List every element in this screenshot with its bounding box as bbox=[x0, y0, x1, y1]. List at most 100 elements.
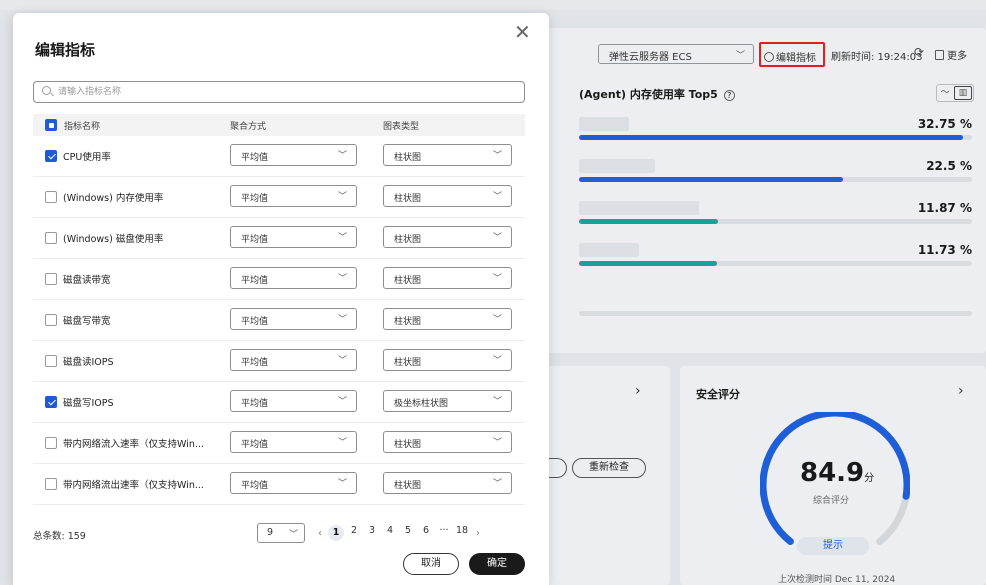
recheck-button[interactable]: 重新检查 bbox=[572, 458, 646, 478]
page-number[interactable]: 1 bbox=[328, 525, 344, 541]
chart-type-select[interactable]: 柱状图 ﹀ bbox=[383, 144, 512, 166]
refresh-time: 刷新时间: 19:24:03 bbox=[831, 52, 923, 63]
row-checkbox[interactable] bbox=[45, 150, 57, 162]
aggregation-value: 平均值 bbox=[241, 399, 269, 409]
page-ellipsis[interactable]: ··· bbox=[436, 525, 452, 541]
chevron-down-icon: ﹀ bbox=[492, 233, 502, 243]
row-checkbox[interactable] bbox=[45, 478, 57, 490]
aggregation-select[interactable]: 平均值 ﹀ bbox=[230, 144, 357, 166]
score-value: 84.9分 bbox=[800, 458, 874, 488]
confirm-button[interactable]: 确定 bbox=[469, 553, 525, 575]
search-input[interactable] bbox=[58, 84, 508, 100]
score-number: 84.9 bbox=[800, 458, 865, 488]
chart-type-select[interactable]: 极坐标柱状图 ﹀ bbox=[383, 390, 512, 412]
chart-type-select[interactable]: 柱状图 ﹀ bbox=[383, 226, 512, 248]
table-row: CPU使用率 平均值 ﹀ 柱状图 ﹀ bbox=[33, 136, 525, 177]
chart-type-value: 柱状图 bbox=[394, 153, 422, 163]
next-page-icon[interactable]: › bbox=[471, 528, 485, 539]
row-checkbox[interactable] bbox=[45, 314, 57, 326]
bar-value: 11.73 % bbox=[917, 243, 972, 257]
bar-fill bbox=[579, 177, 843, 182]
page-number[interactable]: 5 bbox=[400, 525, 416, 541]
dialog-title: 编辑指标 bbox=[35, 41, 96, 59]
chevron-down-icon: ﹀ bbox=[735, 51, 745, 61]
view-toggle[interactable]: 〜 ▥ bbox=[936, 84, 974, 102]
aggregation-select[interactable]: 平均值 ﹀ bbox=[230, 226, 357, 248]
aggregation-select[interactable]: 平均值 ﹀ bbox=[230, 308, 357, 330]
prev-page-icon[interactable]: ‹ bbox=[313, 528, 327, 539]
chevron-down-icon: ﹀ bbox=[337, 438, 347, 448]
chevron-down-icon: ﹀ bbox=[492, 274, 502, 284]
search-icon bbox=[42, 86, 51, 95]
chart-type-select[interactable]: 柱状图 ﹀ bbox=[383, 472, 512, 494]
aggregation-select[interactable]: 平均值 ﹀ bbox=[230, 431, 357, 453]
row-checkbox[interactable] bbox=[45, 191, 57, 203]
aggregation-value: 平均值 bbox=[241, 235, 269, 245]
chevron-down-icon: ﹀ bbox=[492, 151, 502, 161]
chevron-right-icon[interactable]: › bbox=[958, 383, 964, 399]
row-checkbox[interactable] bbox=[45, 396, 57, 408]
edit-metrics-button[interactable]: 编辑指标 bbox=[759, 42, 825, 67]
tip-badge[interactable]: 提示 bbox=[797, 537, 869, 555]
aggregation-select[interactable]: 平均值 ﹀ bbox=[230, 349, 357, 371]
close-icon[interactable]: ✕ bbox=[514, 22, 531, 42]
chevron-down-icon: ﹀ bbox=[337, 479, 347, 489]
bar-fill bbox=[579, 219, 718, 224]
chart-type-select[interactable]: 柱状图 ﹀ bbox=[383, 349, 512, 371]
chevron-down-icon: ﹀ bbox=[492, 479, 502, 489]
table-row: 磁盘读带宽 平均值 ﹀ 柱状图 ﹀ bbox=[33, 259, 525, 300]
aggregation-select[interactable]: 平均值 ﹀ bbox=[230, 185, 357, 207]
row-checkbox[interactable] bbox=[45, 355, 57, 367]
metric-name: 磁盘写IOPS bbox=[63, 398, 114, 409]
edit-metrics-label: 编辑指标 bbox=[776, 53, 816, 64]
chart-type-select[interactable]: 柱状图 ﹀ bbox=[383, 308, 512, 330]
page-number[interactable]: 6 bbox=[418, 525, 434, 541]
bar-chart-icon[interactable]: ▥ bbox=[954, 86, 972, 100]
page-numbers: 1 2 3 4 5 6 ··· 18 bbox=[327, 525, 471, 541]
chart-type-select[interactable]: 柱状图 ﹀ bbox=[383, 185, 512, 207]
cancel-button[interactable]: 取消 bbox=[403, 553, 459, 575]
refresh-icon[interactable]: ⟳ bbox=[914, 45, 924, 59]
more-label: 更多 bbox=[947, 51, 967, 62]
chevron-down-icon: ﹀ bbox=[337, 274, 347, 284]
page-number[interactable]: 18 bbox=[454, 525, 470, 541]
aggregation-select[interactable]: 平均值 ﹀ bbox=[230, 267, 357, 289]
chart-type-value: 极坐标柱状图 bbox=[394, 399, 449, 409]
bar-track-empty bbox=[579, 311, 972, 316]
aggregation-value: 平均值 bbox=[241, 276, 269, 286]
chevron-right-icon[interactable]: › bbox=[635, 383, 641, 399]
aggregation-select[interactable]: 平均值 ﹀ bbox=[230, 390, 357, 412]
page-number[interactable]: 3 bbox=[364, 525, 380, 541]
metric-name: 磁盘写带宽 bbox=[63, 316, 111, 327]
bar-row: 11.73 % bbox=[579, 243, 972, 273]
score-unit: 分 bbox=[864, 473, 875, 484]
aggregation-select[interactable]: 平均值 ﹀ bbox=[230, 472, 357, 494]
page-size-select[interactable]: 9 ﹀ bbox=[257, 523, 305, 543]
page-number[interactable]: 4 bbox=[382, 525, 398, 541]
table-row: (Windows) 磁盘使用率 平均值 ﹀ 柱状图 ﹀ bbox=[33, 218, 525, 259]
row-checkbox[interactable] bbox=[45, 232, 57, 244]
metric-search[interactable] bbox=[33, 81, 525, 103]
page-number[interactable]: 2 bbox=[346, 525, 362, 541]
chart-type-select[interactable]: 柱状图 ﹀ bbox=[383, 267, 512, 289]
last-check-time: 上次检测时间 Dec 11, 2024 bbox=[778, 575, 896, 585]
table-row: 带内网络流入速率（仅支持Win... 平均值 ﹀ 柱状图 ﹀ bbox=[33, 423, 525, 464]
select-all-checkbox[interactable] bbox=[45, 119, 57, 131]
row-checkbox[interactable] bbox=[45, 437, 57, 449]
server-type-select[interactable]: 弹性云服务器 ECS ﹀ bbox=[598, 44, 754, 64]
table-row: 磁盘写IOPS 平均值 ﹀ 极坐标柱状图 ﹀ bbox=[33, 382, 525, 423]
score-label: 综合评分 bbox=[813, 496, 850, 506]
row-checkbox[interactable] bbox=[45, 273, 57, 285]
top-strip bbox=[0, 0, 986, 10]
redacted-instance-name bbox=[579, 243, 639, 257]
help-icon[interactable]: ? bbox=[723, 90, 735, 101]
line-chart-icon[interactable]: 〜 bbox=[937, 85, 953, 101]
chart-type-value: 柱状图 bbox=[394, 276, 422, 286]
aggregation-value: 平均值 bbox=[241, 358, 269, 368]
aggregation-value: 平均值 bbox=[241, 317, 269, 327]
chart-type-select[interactable]: 柱状图 ﹀ bbox=[383, 431, 512, 453]
more-button[interactable]: 更多 bbox=[935, 47, 967, 62]
metric-name: (Windows) 内存使用率 bbox=[63, 193, 164, 204]
chart-type-value: 柱状图 bbox=[394, 235, 422, 245]
metric-name: CPU使用率 bbox=[63, 152, 111, 163]
